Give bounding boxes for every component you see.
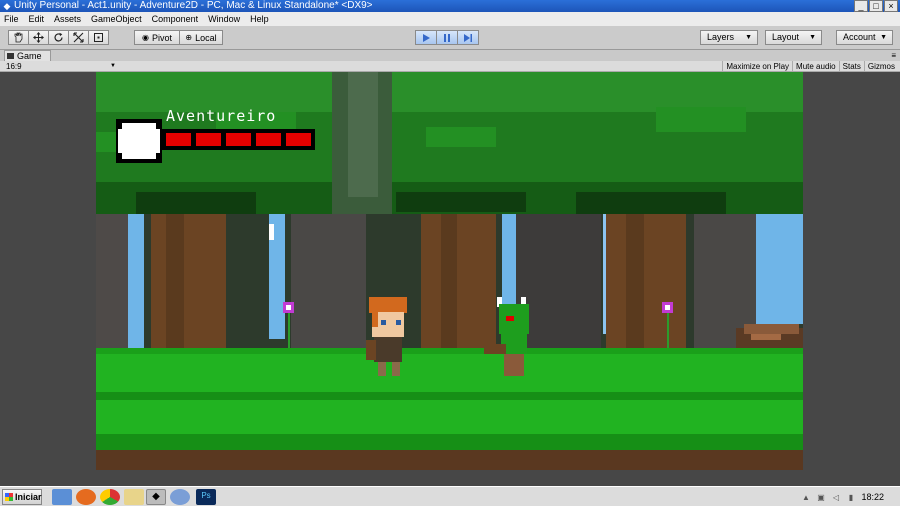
close-button[interactable]: × bbox=[884, 0, 898, 12]
playmode-controls bbox=[415, 30, 479, 45]
health-bar bbox=[166, 133, 311, 146]
battery-icon[interactable]: ▮ bbox=[846, 493, 855, 502]
menu-gameobject[interactable]: GameObject bbox=[91, 12, 142, 26]
rotate-icon bbox=[54, 32, 63, 42]
window-title: Unity Personal - Act1.unity - Adventure2… bbox=[14, 0, 373, 11]
network-icon[interactable]: ▣ bbox=[816, 493, 825, 502]
start-button[interactable]: Iniciar bbox=[2, 489, 42, 505]
transform-tools bbox=[8, 30, 109, 45]
window-controls: _ □ × bbox=[854, 0, 898, 12]
taskbar-app-firefox-icon[interactable] bbox=[76, 489, 96, 505]
taskbar-app-chrome-icon[interactable] bbox=[100, 489, 120, 505]
game-view-options: Maximize on Play Mute audio Stats Gizmos bbox=[722, 61, 898, 72]
menu-assets[interactable]: Assets bbox=[54, 12, 81, 26]
health-segment bbox=[166, 133, 191, 146]
aspect-ratio-dropdown[interactable]: 16:9 ▼ bbox=[6, 61, 116, 72]
unity-icon: ◆ bbox=[3, 1, 11, 11]
step-button[interactable] bbox=[457, 30, 479, 45]
layout-dropdown[interactable]: Layout ▼ bbox=[765, 30, 822, 45]
stats-toggle[interactable]: Stats bbox=[838, 61, 864, 72]
volume-icon[interactable]: ◁ bbox=[831, 493, 840, 502]
layout-label: Layout bbox=[772, 32, 800, 42]
health-segment bbox=[256, 133, 281, 146]
game-canvas[interactable]: Aventureiro bbox=[96, 72, 803, 470]
pivot-label: Pivot bbox=[151, 32, 172, 43]
scale-tool-button[interactable] bbox=[68, 30, 89, 45]
game-view-toolbar: 16:9 ▼ Maximize on Play Mute audio Stats… bbox=[0, 61, 900, 72]
clock[interactable]: 18:22 bbox=[861, 492, 884, 502]
pivot-icon: ◉ bbox=[142, 33, 149, 42]
menu-edit[interactable]: Edit bbox=[29, 12, 45, 26]
move-arrows-icon bbox=[33, 32, 44, 43]
local-toggle[interactable]: ⊕ Local bbox=[179, 30, 223, 45]
hand-tool-button[interactable] bbox=[8, 30, 29, 45]
local-label: Local bbox=[195, 32, 217, 43]
unity-icon: ◆ bbox=[152, 491, 160, 502]
windows-logo-icon bbox=[5, 493, 13, 501]
layers-label: Layers bbox=[707, 32, 735, 42]
toolbar: ◉ Pivot ⊕ Local Layers ▼ Layout ▼ Accoun… bbox=[0, 26, 900, 50]
title-bar: ◆ Unity Personal - Act1.unity - Adventur… bbox=[0, 0, 900, 12]
chevron-up-icon[interactable]: ▲ bbox=[801, 493, 810, 502]
grass-ground bbox=[96, 348, 803, 470]
chevron-down-icon: ▼ bbox=[880, 34, 887, 41]
menu-component[interactable]: Component bbox=[152, 12, 199, 26]
unity-editor-window: ◆ Unity Personal - Act1.unity - Adventur… bbox=[0, 0, 900, 506]
game-scene bbox=[96, 72, 803, 470]
aspect-ratio-label: 16:9 bbox=[6, 62, 22, 71]
game-controller-icon bbox=[7, 53, 14, 59]
pivot-tools: ◉ Pivot ⊕ Local bbox=[134, 30, 223, 45]
photoshop-label-icon: Ps bbox=[201, 491, 211, 500]
hand-icon bbox=[14, 32, 23, 43]
step-icon bbox=[464, 33, 472, 42]
account-dropdown[interactable]: Account ▼ bbox=[836, 30, 893, 45]
taskbar-app-unity-icon[interactable]: ◆ bbox=[146, 489, 166, 505]
move-tool-button[interactable] bbox=[28, 30, 49, 45]
menu-window[interactable]: Window bbox=[208, 12, 240, 26]
rotate-tool-button[interactable] bbox=[48, 30, 69, 45]
menu-bar: File Edit Assets GameObject Component Wi… bbox=[0, 12, 900, 26]
play-icon bbox=[423, 33, 430, 42]
menu-help[interactable]: Help bbox=[250, 12, 269, 26]
layers-dropdown[interactable]: Layers ▼ bbox=[700, 30, 758, 45]
pivot-toggle[interactable]: ◉ Pivot bbox=[134, 30, 180, 45]
taskbar-app-globe-icon[interactable] bbox=[170, 489, 190, 505]
local-icon: ⊕ bbox=[185, 33, 193, 42]
rect-tool-button[interactable] bbox=[88, 30, 109, 45]
rect-tool-icon bbox=[94, 33, 103, 42]
scale-icon bbox=[73, 32, 84, 43]
pause-icon bbox=[444, 33, 450, 42]
taskbar-app-photoshop-icon[interactable]: Ps bbox=[196, 489, 216, 505]
game-view[interactable]: Aventureiro bbox=[0, 72, 900, 486]
tab-menu-icon[interactable]: ≡ bbox=[891, 50, 896, 61]
game-tab-bar: Game ≡ bbox=[0, 50, 900, 61]
minimize-button[interactable]: _ bbox=[854, 0, 868, 12]
player-name-label: Aventureiro bbox=[166, 107, 277, 125]
chevron-down-icon: ▼ bbox=[745, 34, 752, 41]
play-button[interactable] bbox=[415, 30, 437, 45]
pause-button[interactable] bbox=[436, 30, 458, 45]
maximize-on-play-toggle[interactable]: Maximize on Play bbox=[722, 61, 792, 72]
chevron-down-icon: ▼ bbox=[110, 63, 116, 69]
health-segment bbox=[286, 133, 311, 146]
maximize-button[interactable]: □ bbox=[869, 0, 883, 12]
start-label: Iniciar bbox=[15, 492, 42, 502]
account-label: Account bbox=[843, 32, 876, 42]
taskbar-app-browser-icon[interactable] bbox=[52, 489, 72, 505]
health-segment bbox=[226, 133, 251, 146]
gizmos-dropdown[interactable]: Gizmos bbox=[863, 61, 898, 72]
health-segment bbox=[196, 133, 221, 146]
taskbar-app-explorer-icon[interactable] bbox=[124, 489, 144, 505]
chevron-down-icon: ▼ bbox=[809, 34, 816, 41]
system-tray: ▲ ▣ ◁ ▮ 18:22 bbox=[801, 487, 900, 506]
game-tab-label: Game bbox=[17, 51, 42, 61]
mute-audio-toggle[interactable]: Mute audio bbox=[792, 61, 839, 72]
game-tab[interactable]: Game bbox=[4, 50, 51, 61]
menu-file[interactable]: File bbox=[4, 12, 19, 26]
windows-taskbar: Iniciar ◆ Ps ▲ ▣ ◁ ▮ 18:22 bbox=[0, 486, 900, 506]
